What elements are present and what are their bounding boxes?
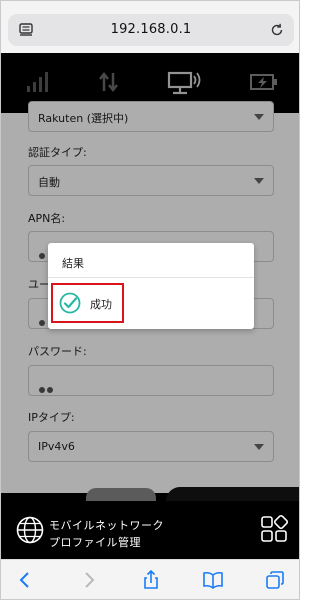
apps-grid-icon[interactable] [259, 514, 289, 544]
dialog-title: 結果 [62, 257, 84, 270]
browser-window: 192.168.0.1 Rakuten (選択中) 認証タイプ: 自動 APN名… [0, 0, 300, 600]
bookmarks-icon[interactable] [203, 570, 223, 590]
check-circle-icon [59, 292, 81, 314]
success-result-highlight: 成功 [51, 283, 124, 323]
nav-label-line1[interactable]: モバイルネットワーク [49, 517, 164, 533]
safari-address-area: 192.168.0.1 [1, 1, 299, 53]
safari-toolbar [1, 559, 299, 599]
tabs-icon[interactable] [265, 570, 285, 590]
reload-icon[interactable] [269, 22, 285, 38]
back-icon[interactable] [15, 570, 35, 590]
result-dialog: 結果 成功 [48, 243, 254, 329]
dialog-header: 結果 [48, 243, 254, 278]
success-message: 成功 [90, 298, 112, 311]
secondary-action-button[interactable] [86, 488, 156, 502]
forward-icon[interactable] [79, 570, 99, 590]
share-icon[interactable] [141, 570, 161, 590]
url-text[interactable]: 192.168.0.1 [8, 22, 294, 37]
bottom-navigation: モバイルネットワーク プロファイル管理 [1, 501, 299, 559]
address-bar[interactable]: 192.168.0.1 [8, 14, 294, 46]
globe-icon[interactable] [15, 515, 45, 545]
nav-label-line2[interactable]: プロファイル管理 [49, 534, 141, 550]
